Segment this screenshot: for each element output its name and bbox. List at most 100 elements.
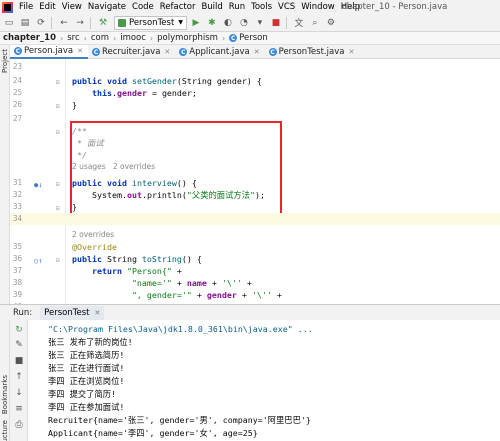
fold-marker-icon[interactable]: ⊟	[56, 101, 60, 113]
coverage-icon[interactable]: ◐	[221, 16, 235, 30]
code-line[interactable]: 31 ●↓ ⊟ public void interview() {	[10, 177, 500, 189]
structure-tool-window-button[interactable]: Structure	[1, 420, 9, 441]
code-line[interactable]: 34	[10, 213, 500, 225]
search-icon[interactable]: ⌕	[308, 16, 322, 30]
code-token: +	[171, 266, 182, 276]
code-line[interactable]: 25 this.gender = gender;	[10, 87, 500, 99]
code-line[interactable]: 33 ⊟}	[10, 201, 500, 213]
settings-icon[interactable]: ⚙	[324, 16, 338, 30]
editor-tab-label: PersonTest.java	[278, 47, 345, 57]
toolbar-separator	[90, 16, 91, 29]
line-number: 26	[12, 100, 22, 109]
menu-item-tools[interactable]: Tools	[248, 2, 275, 12]
breadcrumb-item[interactable]: src	[67, 33, 79, 43]
editor-tab-label: Recruiter.java	[101, 47, 161, 57]
code-line[interactable]: 2 usages 2 overrides	[10, 161, 500, 173]
code-line[interactable]: 26 ⊟}	[10, 99, 500, 111]
code-line[interactable]: */	[10, 149, 500, 161]
code-line[interactable]: ⊟/**	[10, 125, 500, 137]
breadcrumb-item[interactable]: polymorphism	[157, 33, 218, 43]
code-editor[interactable]: 23 24 ⊟ public void setGender(String gender…	[10, 59, 500, 304]
stop-icon[interactable]: ■	[269, 16, 283, 30]
code-line[interactable]: 24 ⊟ public void setGender(String gender) …	[10, 75, 500, 87]
class-icon: C	[14, 47, 22, 55]
editor-tab[interactable]: C Person.java ✕	[10, 45, 88, 59]
soft-wrap-icon[interactable]: ≡	[12, 402, 26, 415]
run-label: Run:	[13, 307, 33, 318]
scroll-down-icon[interactable]: ↓	[12, 386, 26, 399]
back-icon[interactable]: ←	[57, 16, 71, 30]
code-text: /**	[72, 125, 87, 137]
code-line[interactable]: 38 "name='" + name + '\'' +	[10, 277, 500, 289]
code-line[interactable]: 32 System.out.println("父类的面试方法");	[10, 189, 500, 201]
code-token: () {	[181, 254, 202, 264]
menu-item-window[interactable]: Window	[298, 2, 338, 12]
project-tool-window-button[interactable]: Project	[1, 49, 9, 73]
run-tab-persontest[interactable]: PersonTest ✕	[40, 305, 105, 320]
open-folder-icon[interactable]: ▭	[2, 16, 16, 30]
menu-item-edit[interactable]: Edit	[36, 2, 58, 12]
stop-icon[interactable]: ■	[12, 354, 26, 367]
editor-tab[interactable]: C Applicant.java ✕	[175, 45, 264, 59]
save-all-icon[interactable]: ▤	[18, 16, 32, 30]
code-line[interactable]: 27	[10, 113, 500, 125]
wrench-icon[interactable]: ✎	[12, 338, 26, 351]
run-icon[interactable]: ▶	[189, 16, 203, 30]
editor-tab[interactable]: C Recruiter.java ✕	[88, 45, 175, 59]
forward-icon[interactable]: →	[73, 16, 87, 30]
code-line[interactable]: 39 ", gender='" + gender + '\'' +	[10, 289, 500, 301]
bookmarks-tool-window-button[interactable]: Bookmarks	[1, 375, 9, 414]
code-token: ", gender='"	[72, 290, 192, 300]
code-line[interactable]: * 面试	[10, 137, 500, 149]
breadcrumb-item[interactable]: C Person	[229, 33, 268, 43]
code-token: /**	[72, 126, 87, 136]
console-line: 张三 正在筛选简历!	[48, 350, 125, 360]
breadcrumb-item[interactable]: com	[91, 33, 109, 43]
menu-item-refactor[interactable]: Refactor	[157, 2, 199, 12]
more-run-icon[interactable]: ▾	[253, 16, 267, 30]
class-icon: C	[91, 48, 100, 56]
code-line[interactable]: 37 return "Person{" +	[10, 265, 500, 277]
close-icon[interactable]: ✕	[94, 309, 100, 317]
close-icon[interactable]: ✕	[164, 48, 170, 56]
code-text: ", gender='" + gender + '\'' +	[72, 289, 282, 301]
translate-icon[interactable]: 文	[292, 16, 306, 30]
code-line[interactable]: 36 ○↑ ⊟ public String toString() {	[10, 253, 500, 265]
menu-item-build[interactable]: Build	[198, 2, 225, 12]
inlay-usage-hint[interactable]: 2 overrides	[72, 229, 114, 241]
menu-item-run[interactable]: Run	[226, 2, 248, 12]
profile-icon[interactable]: ◔	[237, 16, 251, 30]
menu-item-vcs[interactable]: VCS	[275, 2, 298, 12]
menu-item-code[interactable]: Code	[129, 2, 157, 12]
code-text: public void interview() {	[72, 177, 197, 189]
code-line[interactable]: 23	[10, 61, 500, 73]
run-configuration-select[interactable]: PersonTest ▼	[114, 15, 187, 30]
code-text: public String toString() {	[72, 253, 202, 265]
debug-icon[interactable]: ✱	[205, 16, 219, 30]
code-token: out	[126, 190, 142, 200]
code-line[interactable]: 2 overrides	[10, 229, 500, 241]
code-text: "name='" + name + '\'' +	[72, 277, 252, 289]
code-token: = gender;	[146, 88, 197, 98]
run-console-output[interactable]: "C:\Program Files\Java\jdk1.8.0_361\bin\…	[28, 320, 500, 441]
sync-icon[interactable]: ⟳	[34, 16, 48, 30]
breadcrumb-item[interactable]: imooc	[120, 33, 146, 43]
editor-tab[interactable]: C PersonTest.java ✕	[265, 45, 360, 59]
close-icon[interactable]: ✕	[254, 48, 260, 56]
close-icon[interactable]: ✕	[348, 48, 354, 56]
breadcrumb-item[interactable]: chapter_10	[3, 33, 56, 43]
code-line[interactable]: 35 @Override	[10, 241, 500, 253]
code-token: }	[72, 202, 77, 212]
code-token: public	[72, 254, 107, 264]
code-token: public void	[72, 178, 132, 188]
print-icon[interactable]: ⎙	[12, 418, 26, 431]
scroll-up-icon[interactable]: ↑	[12, 370, 26, 383]
menu-item-view[interactable]: View	[59, 2, 85, 12]
close-icon[interactable]: ✕	[77, 47, 83, 55]
menu-item-file[interactable]: File	[16, 2, 36, 12]
toolbar: ▭ ▤ ⟳ ← → ⚒ PersonTest ▼ ▶ ✱ ◐ ◔ ▾ ■ 文 ⌕…	[0, 14, 500, 32]
build-hammer-icon[interactable]: ⚒	[96, 16, 110, 30]
rerun-icon[interactable]: ↻	[12, 323, 26, 336]
inlay-usage-hint[interactable]: 2 usages 2 overrides	[72, 161, 155, 173]
menu-item-navigate[interactable]: Navigate	[85, 2, 129, 12]
